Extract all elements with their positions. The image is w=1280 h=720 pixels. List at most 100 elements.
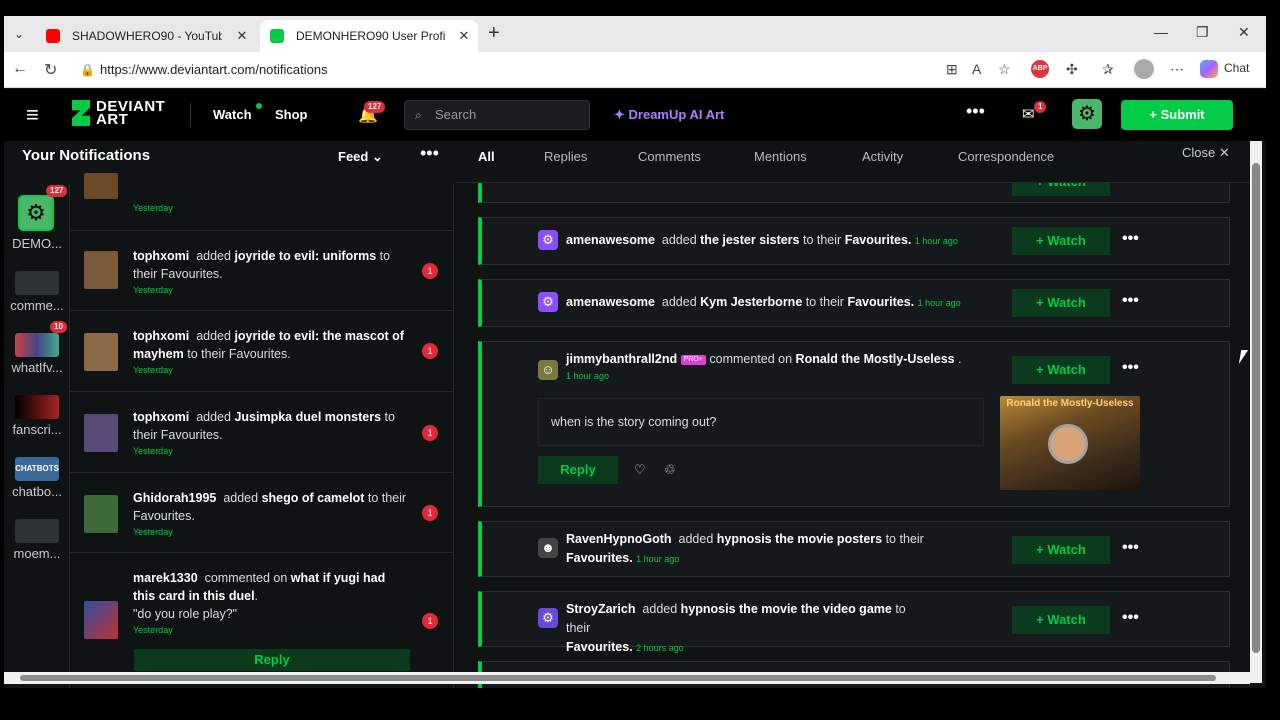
item-title[interactable]: shego of camelot xyxy=(262,491,365,505)
tab-correspondence[interactable]: Correspondence xyxy=(958,149,1054,164)
list-item[interactable]: Ghidorah1995 added shego of camelot to t… xyxy=(70,473,454,553)
profile-avatar[interactable] xyxy=(1134,59,1154,79)
notification-card[interactable]: ☻ RavenHypnoGoth added hypnosis the movi… xyxy=(478,521,1230,577)
folder-chatbots[interactable]: CHATBOTS chatbo... xyxy=(4,457,70,499)
card-fav[interactable]: Favourites. xyxy=(845,233,912,247)
watch-link[interactable]: Watch xyxy=(213,107,252,122)
notification-card[interactable]: ⚙ StroyZarich added hypnosis the movie t… xyxy=(478,591,1230,654)
item-title[interactable]: joyride to evil: uniforms xyxy=(234,249,376,263)
scroll-thumb[interactable] xyxy=(1252,163,1260,653)
watch-button[interactable]: + Watch xyxy=(1012,356,1110,384)
tab-replies[interactable]: Replies xyxy=(544,149,587,164)
close-tab-icon[interactable]: ✕ xyxy=(234,20,250,52)
item-user[interactable]: tophxomi xyxy=(133,249,189,263)
extensions-icon[interactable]: ✣ xyxy=(1066,61,1078,78)
reply-button[interactable]: Reply xyxy=(134,649,410,671)
list-item[interactable]: tophxomi added joyride to evil: the masc… xyxy=(70,311,454,392)
tab-comments[interactable]: Comments xyxy=(638,149,701,164)
adblock-icon[interactable]: ABP xyxy=(1031,60,1049,78)
feed-dropdown[interactable]: Feed ⌄ xyxy=(338,149,383,165)
card-user[interactable]: amenawesome xyxy=(566,233,655,247)
restore-icon[interactable]: ❐ xyxy=(1196,24,1209,41)
watch-button[interactable]: + Watch xyxy=(1012,536,1110,564)
card-user[interactable]: jimmybanthrall2nd xyxy=(566,352,677,366)
card-item[interactable]: hypnosis the movie posters xyxy=(717,532,882,546)
mail-icon[interactable]: ✉ xyxy=(1022,105,1035,123)
card-more-icon[interactable]: ••• xyxy=(1122,230,1139,248)
copilot-chat-button[interactable]: Chat xyxy=(1200,60,1249,78)
notification-card[interactable]: ⚙ amenawesome added the jester sisters t… xyxy=(478,217,1230,265)
new-tab-icon[interactable]: + xyxy=(488,22,500,45)
card-fav[interactable]: Favourites. xyxy=(566,640,633,654)
search-input[interactable]: ⌕ Search xyxy=(404,100,590,130)
card-item[interactable]: Ronald the Mostly-Useless xyxy=(796,352,955,366)
close-tab-icon[interactable]: ✕ xyxy=(456,20,472,52)
vertical-scrollbar[interactable] xyxy=(1250,141,1262,683)
card-item[interactable]: the jester sisters xyxy=(700,233,799,247)
list-item[interactable]: tophxomi added joyride to evil: uniforms… xyxy=(70,231,454,311)
card-fav[interactable]: Favourites. xyxy=(847,295,914,309)
horizontal-scrollbar[interactable] xyxy=(4,672,1250,684)
card-more-icon[interactable]: ••• xyxy=(1122,609,1139,627)
card-user[interactable]: RavenHypnoGoth xyxy=(566,532,672,546)
feed-options-icon[interactable]: ••• xyxy=(420,143,439,164)
hamburger-menu-icon[interactable]: ≡ xyxy=(26,104,39,126)
card-more-icon[interactable]: ••• xyxy=(1122,292,1139,310)
close-panel-button[interactable]: Close ✕ xyxy=(1182,145,1230,161)
tab-activity[interactable]: Activity xyxy=(862,149,903,164)
card-user[interactable]: StroyZarich xyxy=(566,602,635,616)
tab-youtube[interactable]: SHADOWHERO90 - YouTube ✕ xyxy=(36,20,256,52)
card-more-icon[interactable]: ••• xyxy=(1122,539,1139,557)
folder-moem[interactable]: moem... xyxy=(4,519,70,561)
reply-button[interactable]: Reply xyxy=(538,456,618,484)
comment-card[interactable]: ☺ jimmybanthrall2nd PRO+ commented on Ro… xyxy=(478,341,1230,507)
card-user[interactable]: amenawesome xyxy=(566,295,655,309)
watch-button[interactable]: + Watch xyxy=(1012,227,1110,255)
shop-link[interactable]: Shop xyxy=(275,107,308,122)
item-thumb xyxy=(84,601,118,639)
notification-card[interactable]: + Watch xyxy=(478,183,1230,203)
favorites-icon[interactable]: ✰ xyxy=(1102,61,1114,78)
submit-button[interactable]: + Submit xyxy=(1121,100,1233,130)
more-options-icon[interactable]: ••• xyxy=(966,101,985,122)
user-avatar[interactable]: ⚙ xyxy=(1072,99,1102,129)
list-item[interactable]: tophxomi added Jusimpka duel monsters to… xyxy=(70,392,454,473)
folder-whatifv[interactable]: 10 whatIfv... xyxy=(4,321,70,375)
tab-mentions[interactable]: Mentions xyxy=(754,149,807,164)
watch-button[interactable]: + Watch xyxy=(1012,606,1110,634)
refresh-icon[interactable]: ↻ xyxy=(44,60,57,80)
card-item[interactable]: Kym Jesterborne xyxy=(700,295,802,309)
deviation-thumbnail[interactable]: Ronald the Mostly-Useless xyxy=(1000,396,1140,490)
back-icon[interactable]: ← xyxy=(12,60,28,78)
card-fav[interactable]: Favourites. xyxy=(566,551,633,565)
url-field[interactable]: 🔒 https://www.deviantart.com/notificatio… xyxy=(72,56,962,84)
notification-card[interactable]: ⚙ amenawesome added Kym Jesterborne to t… xyxy=(478,279,1230,327)
item-user[interactable]: tophxomi xyxy=(133,410,189,424)
read-aloud-icon[interactable]: A xyxy=(972,61,981,77)
like-heart-icon[interactable]: ♡ xyxy=(634,462,646,478)
watch-button[interactable]: + Watch xyxy=(1012,289,1110,317)
dislike-icon[interactable]: ♲ xyxy=(664,462,676,478)
minimize-icon[interactable]: — xyxy=(1154,24,1168,40)
watch-button[interactable]: + Watch xyxy=(1012,183,1110,196)
app-available-icon[interactable]: ⊞ xyxy=(946,61,958,78)
item-title[interactable]: Jusimpka duel monsters xyxy=(234,410,381,424)
more-menu-icon[interactable]: ⋯ xyxy=(1170,61,1184,78)
folder-fanscripts[interactable]: fanscri... xyxy=(4,395,70,437)
tab-deviantart[interactable]: DEMONHERO90 User Profile | Dev ✕ xyxy=(260,20,478,52)
tab-list-chevron-icon[interactable]: ⌄ xyxy=(8,24,30,44)
list-item[interactable]: Yesterday xyxy=(70,173,454,231)
item-user[interactable]: tophxomi xyxy=(133,329,189,343)
close-label: Close xyxy=(1182,145,1216,160)
scroll-thumb[interactable] xyxy=(20,675,1216,681)
item-user[interactable]: marek1330 xyxy=(133,571,198,585)
close-window-icon[interactable]: ✕ xyxy=(1238,24,1250,41)
favorite-star-icon[interactable]: ☆ xyxy=(998,61,1011,78)
card-more-icon[interactable]: ••• xyxy=(1122,359,1139,377)
list-item[interactable]: marek1330 commented on what if yugi had … xyxy=(70,553,454,688)
item-user[interactable]: Ghidorah1995 xyxy=(133,491,216,505)
dreamup-link[interactable]: ✦ DreamUp AI Art xyxy=(614,107,724,123)
tab-all[interactable]: All xyxy=(478,149,495,164)
card-item[interactable]: hypnosis the movie the video game xyxy=(681,602,892,616)
folder-comments[interactable]: comme... xyxy=(4,271,70,313)
